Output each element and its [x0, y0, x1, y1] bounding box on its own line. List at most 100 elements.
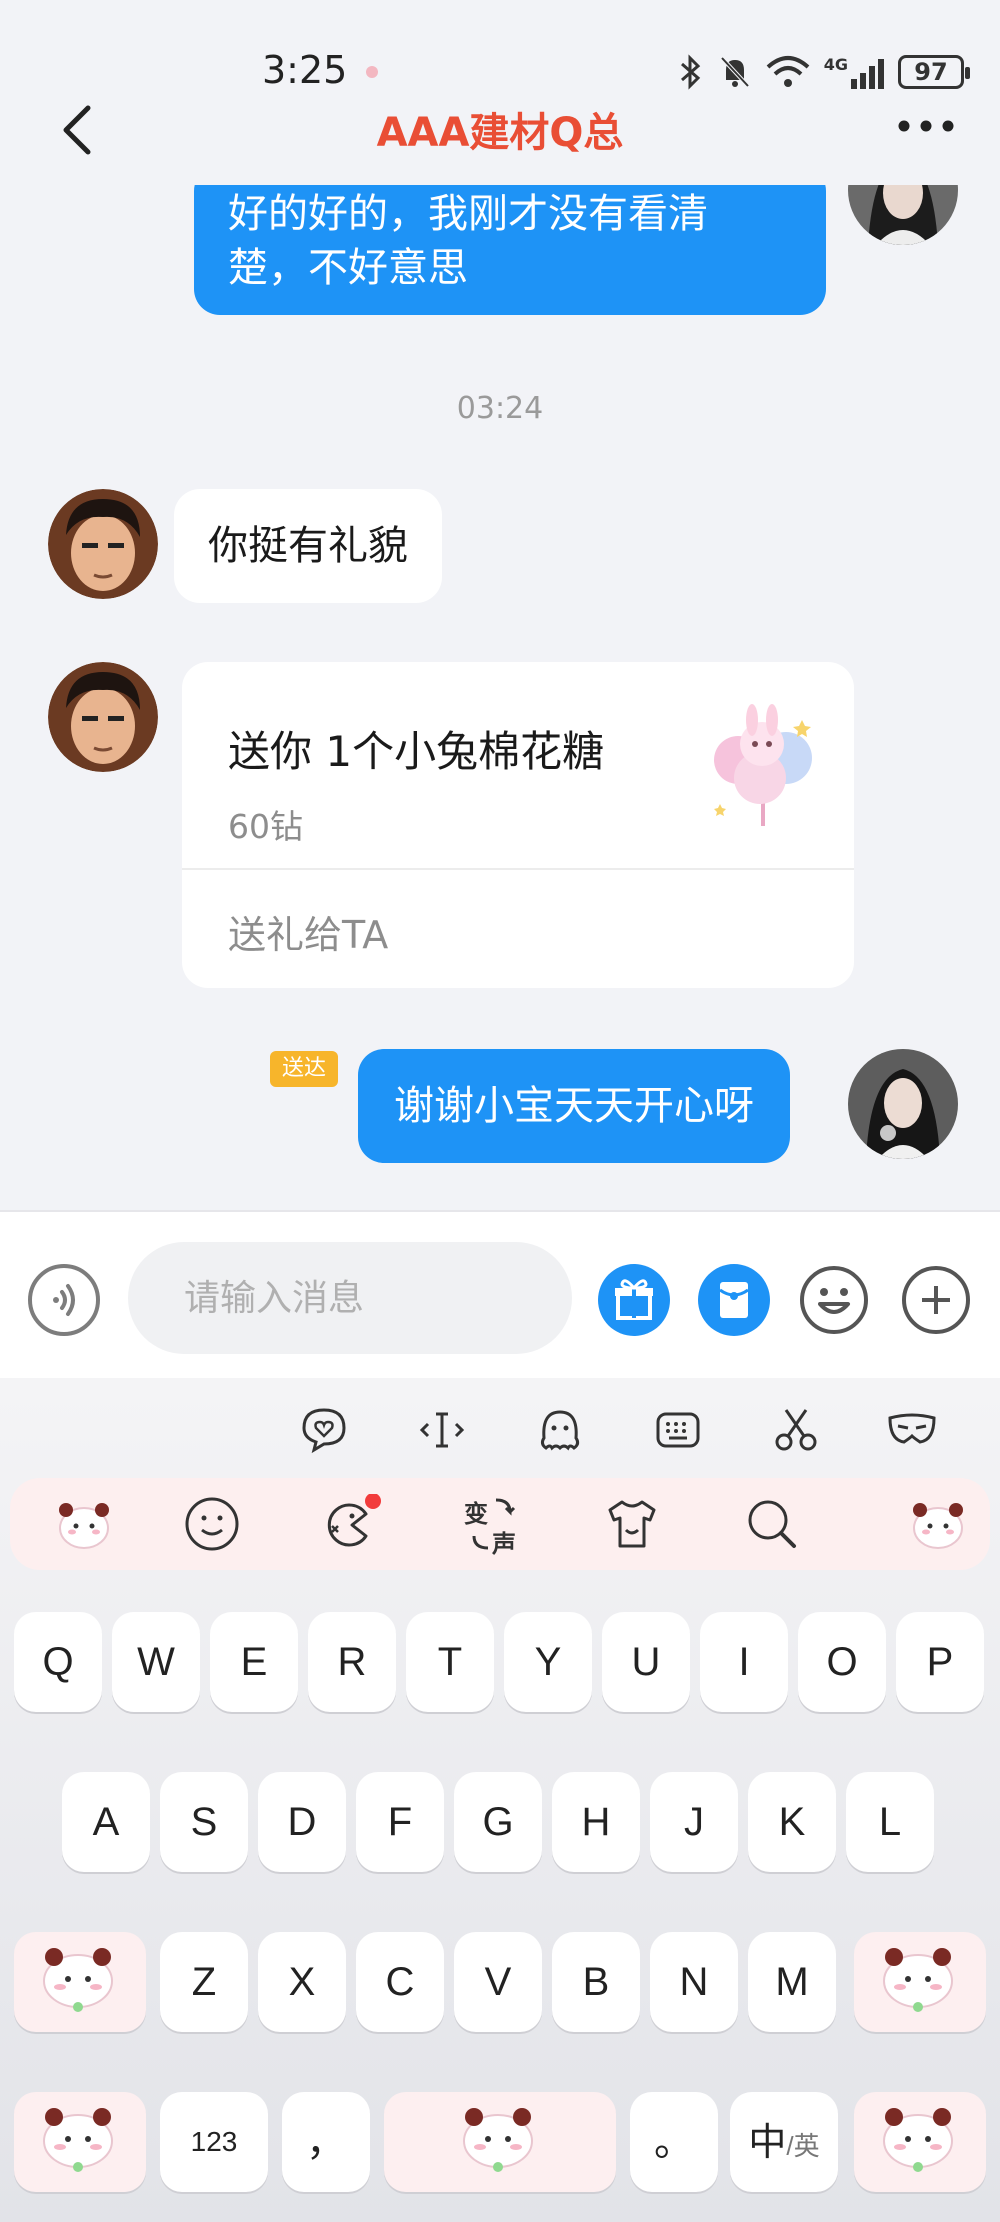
- tshirt-icon: [608, 1500, 656, 1548]
- message-list[interactable]: 好的好的，我刚才没有看清 楚，不好意思 03:24 你挺有礼貌 送你 1个小兔棉…: [0, 185, 1000, 1210]
- chat-header: AAA建材Q总: [0, 90, 1000, 170]
- status-bar: 3:25 4G 97: [0, 0, 1000, 92]
- key-m[interactable]: M: [748, 1932, 836, 2032]
- keyboard-toolbar: [0, 1378, 1000, 1478]
- lang-alt: /英: [786, 2131, 820, 2161]
- outgoing-message[interactable]: 谢谢小宝天天开心呀: [358, 1049, 790, 1163]
- message-text: 楚，不好意思: [228, 245, 468, 291]
- panda-backspace-icon: [883, 1948, 953, 2012]
- scissors-button[interactable]: [770, 1404, 822, 1456]
- outgoing-message[interactable]: 好的好的，我刚才没有看清 楚，不好意思: [194, 185, 826, 315]
- pacman-icon: [327, 1493, 381, 1547]
- emoji-button[interactable]: [798, 1264, 870, 1336]
- search-icon: [748, 1500, 796, 1548]
- red-packet-button[interactable]: [698, 1264, 770, 1336]
- key-b[interactable]: B: [552, 1932, 640, 2032]
- key-t[interactable]: T: [406, 1612, 494, 1712]
- cotton-candy-bunny-image: [698, 700, 828, 830]
- gift-price: 60钻: [228, 807, 303, 846]
- voice-button[interactable]: [28, 1264, 100, 1336]
- key-c[interactable]: C: [356, 1932, 444, 2032]
- soft-keyboard: 变 声 Q W E R T Y U I O P A S D F G H J K …: [0, 1378, 1000, 2222]
- octopus-button[interactable]: [534, 1404, 586, 1456]
- gift-button[interactable]: [598, 1264, 670, 1336]
- lang-main: 中: [748, 2122, 787, 2164]
- keyboard-icon: [656, 1412, 700, 1448]
- game-button[interactable]: [322, 1493, 382, 1554]
- symbol-key[interactable]: [14, 2092, 146, 2192]
- message-input[interactable]: [128, 1242, 572, 1354]
- gift-icon: [615, 1279, 653, 1320]
- panda-sticker[interactable]: [908, 1494, 968, 1554]
- status-time: 3:25: [262, 48, 348, 92]
- keyboard-feature-strip: 变 声: [10, 1478, 990, 1570]
- gift-card[interactable]: 送你 1个小兔棉花糖 60钻 送礼给TA: [182, 662, 854, 988]
- key-a[interactable]: A: [62, 1772, 150, 1872]
- incoming-message[interactable]: 你挺有礼貌: [174, 489, 442, 603]
- key-g[interactable]: G: [454, 1772, 542, 1872]
- key-i[interactable]: I: [700, 1612, 788, 1712]
- plus-button[interactable]: [900, 1264, 972, 1336]
- my-avatar[interactable]: [848, 185, 958, 245]
- red-packet-icon: [719, 1282, 749, 1318]
- smiley-icon: [185, 1497, 239, 1551]
- bluetooth-icon: [680, 54, 700, 90]
- key-k[interactable]: K: [748, 1772, 836, 1872]
- key-x[interactable]: X: [258, 1932, 346, 2032]
- panda-enter-icon: [883, 2108, 953, 2172]
- space-key[interactable]: [384, 2092, 616, 2192]
- key-l[interactable]: L: [846, 1772, 934, 1872]
- key-f[interactable]: F: [356, 1772, 444, 1872]
- heart-chat-button[interactable]: [298, 1404, 350, 1456]
- key-q[interactable]: Q: [14, 1612, 102, 1712]
- key-o[interactable]: O: [798, 1612, 886, 1712]
- shift-key[interactable]: [14, 1932, 146, 2032]
- message-timestamp: 03:24: [456, 391, 544, 426]
- battery-indicator: 97: [898, 55, 970, 89]
- keyboard-switch-button[interactable]: [652, 1404, 704, 1456]
- key-r[interactable]: R: [308, 1612, 396, 1712]
- comma-key[interactable]: ，: [282, 2092, 370, 2192]
- contact-avatar[interactable]: [48, 662, 158, 772]
- key-s[interactable]: S: [160, 1772, 248, 1872]
- cursor-icon: [419, 1412, 465, 1448]
- theme-button[interactable]: [602, 1494, 662, 1554]
- network-type: 4G: [823, 55, 848, 74]
- chat-title: AAA建材Q总: [376, 110, 624, 156]
- key-d[interactable]: D: [258, 1772, 346, 1872]
- enter-key[interactable]: [854, 2092, 986, 2192]
- notification-dot: [366, 66, 378, 78]
- more-dots-icon: [898, 120, 954, 132]
- contact-avatar[interactable]: [48, 489, 158, 599]
- my-avatar[interactable]: [848, 1049, 958, 1159]
- mute-bell-icon: [720, 56, 750, 88]
- language-switch-key[interactable]: 中/英: [730, 2092, 838, 2192]
- key-z[interactable]: Z: [160, 1932, 248, 2032]
- key-n[interactable]: N: [650, 1932, 738, 2032]
- voice-change-icon: 变 声: [462, 1494, 522, 1558]
- key-p[interactable]: P: [896, 1612, 984, 1712]
- send-gift-link[interactable]: 送礼给TA: [228, 904, 388, 959]
- key-v[interactable]: V: [454, 1932, 542, 2032]
- cursor-button[interactable]: [416, 1404, 468, 1456]
- key-e[interactable]: E: [210, 1612, 298, 1712]
- mask-button[interactable]: [886, 1404, 938, 1456]
- panda-sticker[interactable]: [54, 1494, 114, 1554]
- smiley-button[interactable]: [182, 1494, 242, 1554]
- input-bar: [0, 1210, 1000, 1378]
- numbers-key[interactable]: 123: [160, 2092, 268, 2192]
- octopus-icon: [540, 1410, 580, 1451]
- key-h[interactable]: H: [552, 1772, 640, 1872]
- scissors-icon: [775, 1409, 817, 1451]
- panda-shift-icon: [43, 1948, 113, 2012]
- search-button[interactable]: [742, 1494, 802, 1554]
- more-button[interactable]: [892, 106, 960, 146]
- backspace-key[interactable]: [854, 1932, 986, 2032]
- period-key[interactable]: 。: [630, 2092, 718, 2192]
- voice-change-button[interactable]: 变 声: [462, 1494, 522, 1558]
- delivered-badge: 送达: [270, 1051, 339, 1087]
- key-j[interactable]: J: [650, 1772, 738, 1872]
- key-w[interactable]: W: [112, 1612, 200, 1712]
- key-u[interactable]: U: [602, 1612, 690, 1712]
- key-y[interactable]: Y: [504, 1612, 592, 1712]
